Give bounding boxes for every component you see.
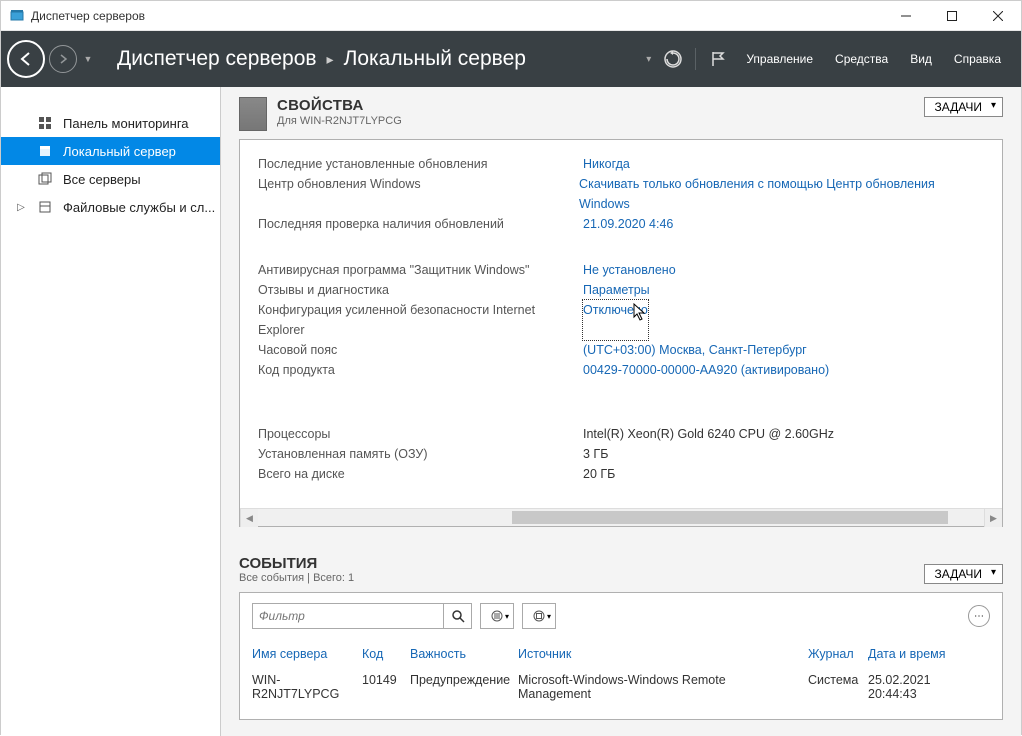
chevron-right-icon[interactable]: ▷ xyxy=(15,202,27,213)
cell-source: Microsoft-Windows-Windows Remote Managem… xyxy=(518,673,808,701)
sidebar-item-label: Все серверы xyxy=(63,172,141,187)
breadcrumb: Диспетчер серверов ▸ Локальный сервер xyxy=(117,47,526,71)
col-server[interactable]: Имя сервера xyxy=(252,647,362,661)
prop-value: Intel(R) Xeon(R) Gold 6240 CPU @ 2.60GHz xyxy=(583,424,834,444)
prop-value[interactable]: Никогда xyxy=(583,154,630,174)
prop-value: 3 ГБ xyxy=(583,444,608,464)
server-icon xyxy=(37,143,53,159)
prop-value[interactable]: Параметры xyxy=(583,280,650,300)
prop-label: Установленная память (ОЗУ) xyxy=(258,444,583,464)
events-panel: ⋯ Имя сервера Код Важность Источник Журн… xyxy=(239,592,1003,720)
list-options-icon[interactable] xyxy=(480,603,514,629)
nav-dropdown[interactable]: ▼ xyxy=(81,40,95,78)
files-icon xyxy=(37,199,53,215)
content: СВОЙСТВА Для WIN-R2NJT7LYPCG ЗАДАЧИ Посл… xyxy=(221,87,1021,736)
minimize-button[interactable] xyxy=(883,1,929,31)
sidebar-item-label: Панель мониторинга xyxy=(63,116,189,131)
window-title: Диспетчер серверов xyxy=(31,9,883,23)
scroll-right-icon[interactable]: ▶ xyxy=(984,509,1002,527)
breadcrumb-root[interactable]: Диспетчер серверов xyxy=(117,47,317,71)
forward-button[interactable] xyxy=(49,45,77,73)
dashboard-icon xyxy=(37,115,53,131)
events-subtitle: Все события | Всего: 1 xyxy=(239,572,354,584)
cell-severity: Предупреждение xyxy=(410,673,518,701)
cell-server: WIN-R2NJT7LYPCG xyxy=(252,673,362,701)
sidebar-item-label: Файловые службы и сл... xyxy=(63,200,215,215)
menu-tools[interactable]: Средства xyxy=(829,48,894,70)
prop-value[interactable]: 00429-70000-00000-AA920 (активировано) xyxy=(583,360,829,380)
prop-label: Антивирусная программа "Защитник Windows… xyxy=(258,260,583,280)
prop-label: Последние установленные обновления xyxy=(258,154,583,174)
sidebar-item-label: Локальный сервер xyxy=(63,144,176,159)
scroll-left-icon[interactable]: ◀ xyxy=(240,509,258,527)
maximize-button[interactable] xyxy=(929,1,975,31)
refresh-icon[interactable] xyxy=(661,47,685,71)
sidebar: Панель мониторинга Локальный сервер Все … xyxy=(1,87,221,736)
app-icon xyxy=(9,8,25,24)
scrollbar-thumb[interactable] xyxy=(512,511,948,524)
titlebar: Диспетчер серверов xyxy=(1,1,1021,31)
flag-icon[interactable] xyxy=(706,47,730,71)
col-severity[interactable]: Важность xyxy=(410,647,518,661)
search-icon[interactable] xyxy=(443,604,471,628)
back-button[interactable] xyxy=(7,40,45,78)
save-options-icon[interactable] xyxy=(522,603,556,629)
cell-log: Система xyxy=(808,673,868,701)
properties-subtitle: Для WIN-R2NJT7LYPCG xyxy=(277,115,402,127)
col-log[interactable]: Журнал xyxy=(808,647,868,661)
events-title: СОБЫТИЯ xyxy=(239,555,354,572)
servers-icon xyxy=(37,171,53,187)
col-datetime[interactable]: Дата и время xyxy=(868,647,990,661)
expand-icon[interactable]: ⋯ xyxy=(968,605,990,627)
table-header[interactable]: Имя сервера Код Важность Источник Журнал… xyxy=(252,647,990,665)
properties-title: СВОЙСТВА xyxy=(277,97,402,114)
breadcrumb-page: Локальный сервер xyxy=(344,47,526,71)
prop-value-ie-esc[interactable]: Отключено xyxy=(583,300,648,340)
prop-label: Код продукта xyxy=(258,360,583,380)
server-block-icon xyxy=(239,97,267,131)
menu-help[interactable]: Справка xyxy=(948,48,1007,70)
tasks-button[interactable]: ЗАДАЧИ xyxy=(924,564,1003,584)
chevron-right-icon: ▸ xyxy=(327,51,334,68)
tasks-button[interactable]: ЗАДАЧИ xyxy=(924,97,1003,117)
prop-label: Конфигурация усиленной безопасности Inte… xyxy=(258,300,583,340)
prop-label: Отзывы и диагностика xyxy=(258,280,583,300)
filter-box xyxy=(252,603,472,629)
prop-value[interactable]: Не установлено xyxy=(583,260,676,280)
sidebar-item-all-servers[interactable]: Все серверы xyxy=(1,165,220,193)
prop-value[interactable]: Скачивать только обновления с помощью Це… xyxy=(579,174,984,214)
cell-code: 10149 xyxy=(362,673,410,701)
prop-label: Последняя проверка наличия обновлений xyxy=(258,214,583,234)
close-button[interactable] xyxy=(975,1,1021,31)
menu-view[interactable]: Вид xyxy=(904,48,938,70)
filter-input[interactable] xyxy=(253,604,443,628)
sidebar-item-local-server[interactable]: Локальный сервер xyxy=(1,137,220,165)
prop-label: Всего на диске xyxy=(258,464,583,484)
breadcrumb-more[interactable]: ▾ xyxy=(646,54,651,65)
prop-value[interactable]: 21.09.2020 4:46 xyxy=(583,214,673,234)
prop-label: Центр обновления Windows xyxy=(258,174,579,214)
menu-manage[interactable]: Управление xyxy=(740,48,819,70)
cell-datetime: 25.02.2021 20:44:43 xyxy=(868,673,990,701)
sidebar-item-dashboard[interactable]: Панель мониторинга xyxy=(1,109,220,137)
prop-value[interactable]: (UTC+03:00) Москва, Санкт-Петербург xyxy=(583,340,807,360)
horizontal-scrollbar[interactable]: ◀ ▶ xyxy=(240,508,1002,526)
col-source[interactable]: Источник xyxy=(518,647,808,661)
properties-panel: Последние установленные обновленияНикогд… xyxy=(239,139,1003,527)
sidebar-item-file-services[interactable]: ▷ Файловые службы и сл... xyxy=(1,193,220,221)
prop-label: Процессоры xyxy=(258,424,583,444)
events-table: Имя сервера Код Важность Источник Журнал… xyxy=(252,647,990,709)
table-row[interactable]: WIN-R2NJT7LYPCG 10149 Предупреждение Mic… xyxy=(252,665,990,709)
header: ▼ Диспетчер серверов ▸ Локальный сервер … xyxy=(1,31,1021,87)
prop-value: 20 ГБ xyxy=(583,464,615,484)
prop-label: Часовой пояс xyxy=(258,340,583,360)
col-code[interactable]: Код xyxy=(362,647,410,661)
